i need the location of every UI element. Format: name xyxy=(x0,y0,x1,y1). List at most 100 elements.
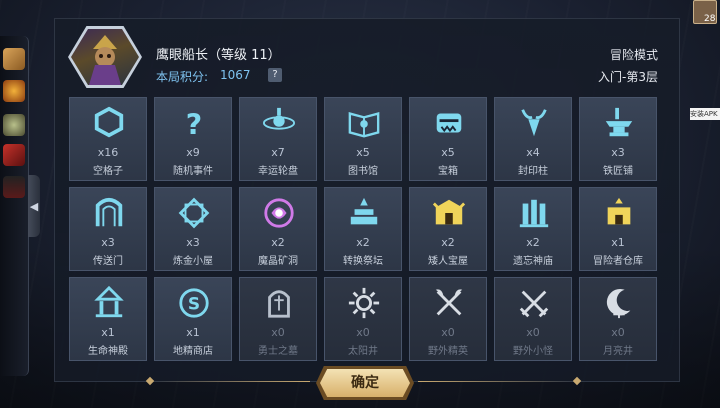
svg-text:S: S xyxy=(188,295,200,315)
life-shrine-icon xyxy=(94,286,124,318)
card-count: 28 xyxy=(704,14,716,24)
left-sidebar xyxy=(0,36,29,376)
crossed-swords-icon xyxy=(519,290,549,318)
question-icon: ? xyxy=(186,108,202,140)
sun-well-icon xyxy=(348,287,380,319)
spellbook-icon[interactable] xyxy=(3,144,25,166)
crystal-mine-icon xyxy=(264,198,294,228)
stage-label: 入门-第3层 xyxy=(598,70,658,84)
seal-pillar-icon xyxy=(521,109,547,137)
room-tile[interactable]: x3 炼金小屋 xyxy=(154,187,232,271)
room-tile[interactable]: x2 转换祭坛 xyxy=(324,187,402,271)
room-count: x3 xyxy=(186,236,200,249)
room-count: x0 xyxy=(611,326,625,339)
room-count: x0 xyxy=(526,326,540,339)
room-tile[interactable]: x3 铁匠铺 xyxy=(579,97,657,181)
room-count: x5 xyxy=(441,146,455,159)
room-count: x9 xyxy=(186,146,200,159)
room-tile[interactable]: x1 冒险者仓库 xyxy=(579,187,657,271)
hexagon-icon xyxy=(94,106,124,138)
room-name: 勇士之墓 xyxy=(258,346,298,357)
room-tile[interactable]: x7 幸运轮盘 xyxy=(239,97,317,181)
chevron-left-icon: ◀ xyxy=(29,199,39,213)
room-tile[interactable]: x0 野外小怪 xyxy=(494,277,572,361)
room-count: x0 xyxy=(271,326,285,339)
moon-well-icon xyxy=(606,288,631,319)
book-icon xyxy=(348,112,380,138)
room-count: x0 xyxy=(356,326,370,339)
map-scroll-icon[interactable] xyxy=(3,48,25,70)
warehouse-icon xyxy=(607,197,631,225)
room-tile[interactable]: x0 太阳井 xyxy=(324,277,402,361)
room-count: x16 xyxy=(97,146,119,159)
room-tile[interactable]: x2 遗忘神庙 xyxy=(494,187,572,271)
room-tile[interactable]: x5 图书馆 xyxy=(324,97,402,181)
room-count: x5 xyxy=(356,146,370,159)
divider-right xyxy=(418,381,578,382)
potion-icon[interactable] xyxy=(3,114,25,136)
dwarf-treasure-icon xyxy=(432,199,466,225)
alchemy-icon xyxy=(178,197,210,229)
room-name: 地精商店 xyxy=(173,346,213,357)
room-count: x0 xyxy=(441,326,455,339)
room-count: x2 xyxy=(526,236,540,249)
room-count: x2 xyxy=(356,236,370,249)
room-name: 矮人宝屋 xyxy=(428,256,468,267)
crossed-axes-icon xyxy=(435,289,463,316)
room-tile[interactable]: x4 封印柱 xyxy=(494,97,572,181)
room-tile[interactable]: Sx1 地精商店 xyxy=(154,277,232,361)
room-name: 图书馆 xyxy=(348,166,378,177)
room-name: 魔晶矿洞 xyxy=(258,256,298,267)
confirm-button[interactable]: 确定 xyxy=(320,369,410,397)
wheel-icon xyxy=(262,107,296,130)
room-name: 封印柱 xyxy=(518,166,548,177)
room-tile[interactable]: x16 空格子 xyxy=(69,97,147,181)
help-button[interactable]: ? xyxy=(268,68,282,82)
room-tile[interactable]: ? x9 随机事件 xyxy=(154,97,232,181)
room-count: x7 xyxy=(271,146,285,159)
room-tile[interactable]: x0 勇士之墓 xyxy=(239,277,317,361)
room-count: x1 xyxy=(611,236,625,249)
hero-name: 鹰眼船长（等级 11） xyxy=(156,48,281,63)
room-count: x2 xyxy=(441,236,455,249)
room-tile[interactable]: x0 野外精英 xyxy=(409,277,487,361)
room-tile[interactable]: x5 宝箱 xyxy=(409,97,487,181)
game-mode: 冒险模式 xyxy=(609,48,658,62)
room-count: x1 xyxy=(101,326,115,339)
room-name: 遗忘神庙 xyxy=(513,256,553,267)
room-name: 空格子 xyxy=(93,166,123,177)
room-name: 野外小怪 xyxy=(513,346,553,357)
svg-text:?: ? xyxy=(186,108,202,140)
room-count: x1 xyxy=(186,326,200,339)
room-name: 冒险者仓库 xyxy=(593,256,643,267)
room-count: x3 xyxy=(611,146,625,159)
portal-icon xyxy=(95,197,123,227)
room-tile[interactable]: x0 月亮井 xyxy=(579,277,657,361)
room-name: 铁匠铺 xyxy=(603,166,633,177)
room-tile[interactable]: x1 生命神殿 xyxy=(69,277,147,361)
top-hat-icon[interactable] xyxy=(3,176,25,198)
room-name: 月亮井 xyxy=(603,346,633,357)
room-name: 随机事件 xyxy=(173,166,213,177)
room-tile[interactable]: x2 矮人宝屋 xyxy=(409,187,487,271)
room-count: x3 xyxy=(101,236,115,249)
room-count: x2 xyxy=(271,236,285,249)
side-badge[interactable]: 安装APK xyxy=(690,108,720,120)
room-name: 生命神殿 xyxy=(88,346,128,357)
room-name: 宝箱 xyxy=(438,166,458,177)
room-name: 转换祭坛 xyxy=(343,256,383,267)
room-name: 炼金小屋 xyxy=(173,256,213,267)
room-count: x4 xyxy=(526,146,540,159)
room-tile[interactable]: x3 传送门 xyxy=(69,187,147,271)
room-name: 幸运轮盘 xyxy=(258,166,298,177)
pet-icon[interactable] xyxy=(3,80,25,102)
score-value: 1067 xyxy=(220,68,251,82)
room-name: 野外精英 xyxy=(428,346,468,357)
divider-left xyxy=(150,381,310,382)
chest-icon xyxy=(436,113,462,133)
goblin-shop-icon: S xyxy=(179,288,209,318)
room-tile[interactable]: x2 魔晶矿洞 xyxy=(239,187,317,271)
room-name: 太阳井 xyxy=(348,346,378,357)
sidebar-toggle[interactable]: ◀ xyxy=(28,175,40,237)
temple-icon xyxy=(519,199,549,228)
